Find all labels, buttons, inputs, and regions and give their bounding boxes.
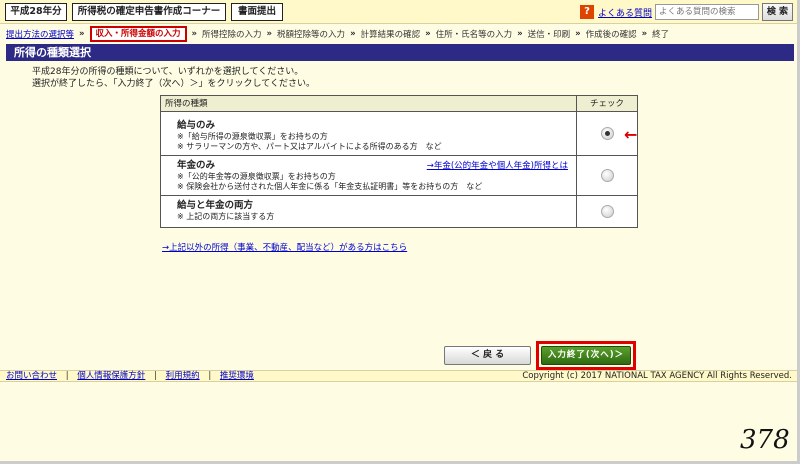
- footer-separator: |: [65, 371, 69, 381]
- step-finish: 終了: [652, 29, 670, 40]
- step-separator: »: [575, 28, 581, 39]
- top-header: 平成28年分 所得税の確定申告書作成コーナー 書面提出 ? よくある質問 検 索: [0, 0, 797, 24]
- step-select-method[interactable]: 提出方法の選択等: [6, 28, 74, 40]
- step-address-input: 住所・氏名等の入力: [435, 29, 513, 40]
- check-cell: [577, 156, 637, 195]
- next-button[interactable]: 入力終了(次へ)＞: [541, 346, 631, 365]
- column-header-check: チェック: [589, 99, 624, 109]
- step-separator: »: [425, 28, 431, 39]
- red-arrow-annotation: ←: [624, 125, 638, 144]
- income-type-note: ※ 上記の両方に該当する方: [177, 212, 275, 221]
- salary-and-pension-radio[interactable]: [600, 205, 614, 218]
- faq-search-input[interactable]: [655, 4, 759, 20]
- step-income-input: 収入・所得金額の入力: [89, 25, 187, 42]
- income-type-note: ※「公的年金等の源泉徴収票」をお持ちの方: [177, 172, 336, 181]
- salary-only-radio[interactable]: [600, 127, 614, 140]
- table-row: 給与のみ ※「給与所得の源泉徴収票」をお持ちの方 ※ サラリーマンの方や、パート…: [161, 112, 637, 156]
- corner-title[interactable]: 所得税の確定申告書作成コーナー: [72, 3, 226, 21]
- page-title: 所得の種類選択: [6, 44, 794, 61]
- faq-link[interactable]: よくある質問: [598, 6, 652, 19]
- copyright: Copyright (c) 2017 NATIONAL TAX AGENCY A…: [522, 371, 792, 381]
- page-number: 378: [740, 425, 790, 455]
- footer-separator: |: [154, 371, 157, 381]
- column-header-type: 所得の種類: [161, 96, 577, 111]
- income-type-name: 給与と年金の両方: [177, 200, 254, 211]
- income-type-note: ※「給与所得の源泉徴収票」をお持ちの方: [177, 132, 328, 141]
- step-send-print: 送信・印刷: [527, 29, 571, 40]
- step-separator: »: [517, 28, 523, 39]
- income-type-name: 給与のみ: [177, 120, 216, 131]
- footer-link-terms[interactable]: 利用規約: [166, 371, 200, 381]
- income-type-cell: 給与と年金の両方 ※ 上記の両方に該当する方: [161, 196, 577, 227]
- income-type-note: ※ 保険会社から送付された個人年金に係る「年金支払証明書」等をお持ちの方 など: [177, 182, 483, 191]
- next-button-highlight: 入力終了(次へ)＞: [536, 341, 636, 370]
- footer-link-contact[interactable]: お問い合わせ: [6, 371, 57, 381]
- footer-separator: |: [208, 371, 212, 381]
- step-result-check: 計算結果の確認: [360, 29, 421, 40]
- table-row: 給与と年金の両方 ※ 上記の両方に該当する方: [161, 196, 637, 227]
- pension-info-link[interactable]: →年金(公的年金や個人年金)所得とは: [427, 159, 568, 171]
- income-type-note: ※ サラリーマンの方や、パート又はアルバイトによる所得のある方 など: [177, 142, 442, 151]
- income-type-cell: 給与のみ ※「給与所得の源泉徴収票」をお持ちの方 ※ サラリーマンの方や、パート…: [161, 112, 577, 155]
- step-deduction-input: 所得控除の入力: [202, 29, 262, 40]
- check-cell: [577, 196, 637, 227]
- income-type-table: 所得の種類 チェック 給与のみ ※「給与所得の源泉徴収票」をお持ちの方 ※ サラ…: [160, 95, 638, 228]
- step-separator: »: [191, 28, 198, 39]
- year-label: 平成28年分: [5, 3, 67, 21]
- progress-steps: 提出方法の選択等 » 収入・所得金額の入力 » 所得控除の入力 » 税額控除等の…: [0, 25, 797, 42]
- step-separator: »: [266, 28, 273, 39]
- back-button[interactable]: ＜ 戻 る: [444, 346, 531, 365]
- footer: お問い合わせ | 個人情報保護方針 | 利用規約 | 推奨環境 Copyrigh…: [0, 370, 797, 382]
- faq-area: ? よくある質問: [580, 4, 652, 20]
- footer-link-privacy[interactable]: 個人情報保護方針: [77, 371, 145, 381]
- footer-link-environment[interactable]: 推奨環境: [220, 371, 254, 381]
- table-row: 年金のみ →年金(公的年金や個人年金)所得とは ※「公的年金等の源泉徴収票」をお…: [161, 156, 637, 196]
- step-tax-credit-input: 税額控除等の入力: [277, 29, 346, 40]
- instructions: 平成28年分の所得の種類について、いずれかを選択してください。 選択が終了したら…: [32, 66, 315, 90]
- instruction-line-2: 選択が終了したら、「入力終了（次へ）＞」をクリックしてください。: [32, 79, 315, 89]
- step-separator: »: [350, 28, 356, 39]
- other-income-link[interactable]: →上記以外の所得（事業、不動産、配当など）がある方はこちら: [162, 241, 407, 253]
- step-separator: »: [79, 28, 85, 39]
- income-type-cell: 年金のみ →年金(公的年金や個人年金)所得とは ※「公的年金等の源泉徴収票」をお…: [161, 156, 577, 195]
- search-button[interactable]: 検 索: [762, 3, 793, 21]
- step-separator: »: [641, 28, 648, 39]
- step-post-check: 作成後の確認: [585, 29, 637, 40]
- table-header: 所得の種類 チェック: [161, 96, 637, 112]
- pension-only-radio[interactable]: [600, 169, 614, 182]
- help-icon: ?: [580, 5, 594, 19]
- paper-submit-label: 書面提出: [231, 3, 283, 21]
- instruction-line-1: 平成28年分の所得の種類について、いずれかを選択してください。: [32, 67, 304, 77]
